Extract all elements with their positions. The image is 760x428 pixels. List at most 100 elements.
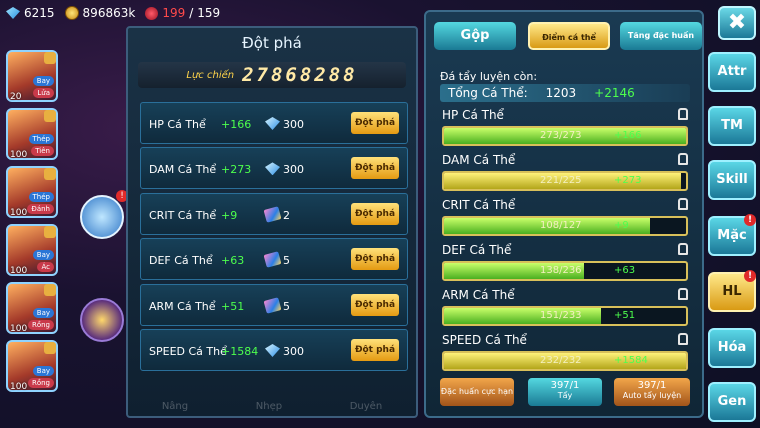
side-tab-label: TM: [721, 118, 743, 133]
stat-value: 221/225: [540, 175, 582, 186]
pet-level: 100: [10, 208, 28, 218]
stat-training-row: CRIT Cá Thể 108/127 +9: [442, 198, 688, 236]
energy-current: 199: [162, 6, 186, 20]
pet-type-badge: Lửa: [33, 88, 54, 98]
combat-power-bar: Lực chiến 27868288: [138, 62, 406, 88]
stat-progress-bar: 273/273 +166: [442, 126, 688, 146]
stat-training-row: ARM Cá Thể 151/233 +51: [442, 288, 688, 326]
breakthrough-button[interactable]: Đột phá: [351, 338, 399, 361]
lock-icon[interactable]: [678, 108, 688, 120]
energy-max: 159: [197, 6, 221, 20]
breakthrough-button[interactable]: Đột phá: [351, 112, 399, 134]
lock-icon: [44, 342, 56, 354]
auto-wash-button[interactable]: 397/1 Auto tẩy luyện: [614, 378, 690, 406]
side-tab-skill[interactable]: Skill: [708, 160, 756, 200]
pet-slot[interactable]: 20 Bay Lửa: [6, 50, 58, 102]
stat-bonus: +51: [221, 299, 245, 313]
breakthrough-button[interactable]: Đột phá: [351, 293, 399, 316]
pet-slot[interactable]: 100 Bay Rồng: [6, 340, 58, 392]
pet-type-badge: Ác: [37, 262, 54, 272]
cost-amount: 5: [283, 254, 290, 268]
stat-progress-bar: 232/232 +1584: [442, 351, 688, 371]
stat-name: HP Cá Thể: [149, 118, 206, 131]
pet-slot[interactable]: 100 Thép Tiên: [6, 108, 58, 160]
side-tab-hoa[interactable]: Hóa: [708, 328, 756, 368]
stat-name: DEF Cá Thể: [442, 243, 512, 257]
lock-icon[interactable]: [678, 333, 688, 345]
pet-level: 100: [10, 382, 28, 392]
total-bonus: +2146: [594, 86, 635, 100]
diamond-amount: 6215: [24, 6, 55, 20]
pet-level: 100: [10, 266, 28, 276]
total-stats-bar: Tổng Cá Thể: 1203 +2146: [440, 84, 690, 102]
auto-wash-count: 397/1: [637, 380, 667, 391]
stat-name: ARM Cá Thể: [149, 299, 216, 313]
breakthrough-row: SPEED Cá Thể +1584 300 Đột phá: [140, 328, 408, 371]
breakthrough-button[interactable]: Đột phá: [351, 202, 399, 225]
hexagon-skill-button[interactable]: [80, 298, 124, 342]
panel-title: Đột phá: [242, 34, 302, 52]
side-tab-mac[interactable]: Mặc!: [708, 214, 756, 256]
close-button[interactable]: ✖: [718, 6, 756, 40]
stat-name: CRIT Cá Thể: [442, 198, 516, 212]
tab-special-training[interactable]: Tăng đặc huấn: [620, 22, 702, 50]
footer-tab: Nâng: [161, 401, 189, 412]
diamond-counter: 6215: [6, 6, 55, 20]
breakthrough-row: HP Cá Thể +166 300 Đột phá: [140, 102, 408, 144]
lock-icon: [44, 168, 56, 180]
stat-bonus: +1584: [221, 344, 259, 358]
stat-bonus: +273: [221, 163, 252, 177]
stat-bonus: +9: [614, 220, 629, 231]
footer-tab: Nhẹp: [255, 401, 283, 412]
stat-progress-bar: 108/127 +9: [442, 216, 688, 236]
lock-team-button[interactable]: [80, 195, 124, 239]
side-tab-attr[interactable]: Attr: [708, 52, 756, 92]
lock-icon[interactable]: [678, 288, 688, 300]
side-tab-tm[interactable]: TM: [708, 106, 756, 146]
pet-list: 20 Bay Lửa 100 Thép Tiên 100 Thép Đánh 1…: [0, 46, 64, 426]
tab-merge[interactable]: Gộp: [434, 22, 516, 50]
lock-icon[interactable]: [678, 198, 688, 210]
stat-training-row: DAM Cá Thể 221/225 +273: [442, 153, 688, 191]
side-tab-label: Attr: [717, 64, 747, 79]
training-panel: Gộp Điểm cá thể Tăng đặc huấn Đá tẩy luy…: [424, 10, 704, 418]
wash-stones-remaining-label: Đá tẩy luyện còn:: [440, 70, 538, 83]
stat-bonus: +51: [614, 310, 636, 321]
combat-power-label: Lực chiến: [186, 69, 235, 81]
side-tab-gen[interactable]: Gen: [708, 382, 756, 422]
side-tab-hl[interactable]: HL!: [708, 270, 756, 312]
wash-count: 397/1: [550, 380, 580, 391]
wash-button[interactable]: 397/1 Tẩy: [528, 378, 602, 406]
stat-value: 273/273: [540, 130, 582, 141]
stat-bonus: +1584: [614, 355, 648, 366]
stat-bonus: +9: [221, 208, 238, 222]
tab-individual-points[interactable]: Điểm cá thể: [528, 22, 610, 50]
lock-icon[interactable]: [678, 153, 688, 165]
lock-icon: [44, 284, 56, 296]
breakthrough-button[interactable]: Đột phá: [351, 157, 399, 180]
side-tab-label: Mặc: [717, 228, 747, 243]
diamond-icon: [6, 7, 20, 19]
notification-badge: !: [744, 270, 756, 282]
total-label: Tổng Cá Thể:: [448, 86, 528, 100]
energy-counter: 199/159: [145, 6, 220, 20]
energy-separator: /: [189, 6, 194, 20]
lock-icon[interactable]: [678, 243, 688, 255]
breakthrough-button[interactable]: Đột phá: [351, 248, 399, 271]
energy-heart-icon: [145, 6, 159, 20]
pet-type-badge: Bay: [32, 250, 54, 260]
pet-slot[interactable]: 100 Bay Ác: [6, 224, 58, 276]
lock-icon: [44, 110, 56, 122]
pet-slot[interactable]: 100 Thép Đánh: [6, 166, 58, 218]
pet-slot[interactable]: 100 Bay Rồng: [6, 282, 58, 334]
diamond-icon: [265, 162, 280, 176]
pet-level: 20: [10, 92, 22, 102]
breakthrough-row: CRIT Cá Thể +9 2 Đột phá: [140, 192, 408, 235]
pet-level: 100: [10, 150, 28, 160]
training-tabs: Gộp Điểm cá thể Tăng đặc huấn: [434, 22, 702, 50]
pet-type-badge: Rồng: [27, 378, 54, 388]
special-training-button[interactable]: Đặc huấn cực hạn: [440, 378, 514, 406]
stat-name: DEF Cá Thể: [149, 254, 213, 268]
lock-icon: [44, 226, 56, 238]
stat-bonus: +273: [614, 175, 642, 186]
